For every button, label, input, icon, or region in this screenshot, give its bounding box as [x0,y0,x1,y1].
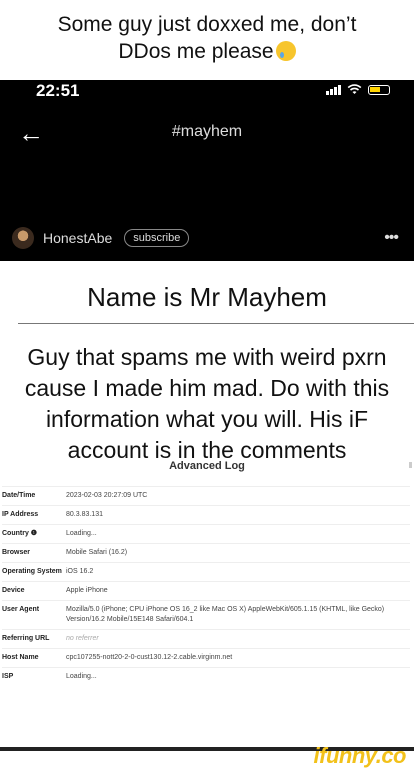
app-screenshot-header: 22:51 ← #mayhem HonestAbe subscribe ••• [0,80,414,261]
caption-line-2-text: DDos me please [118,40,274,63]
row-key: Browser [2,549,31,556]
table-row: User Agent Mozilla/5.0 (iPhone; CPU iPhon… [2,600,410,629]
row-key: Date/Time [2,492,36,499]
row-value: Loading... [66,530,97,537]
table-row: Operating System iOS 16.2 [2,562,410,581]
log-table: Date/Time 2023-02-03 20:27:09 UTC IP Addr… [2,486,410,686]
row-value: Loading... [66,673,97,680]
author-row: HonestAbe subscribe ••• [12,226,399,250]
signal-icon [326,84,341,95]
post-title: Name is Mr Mayhem [87,282,327,312]
post-body: Guy that spams me with weird pxrn cause … [24,344,390,463]
advanced-log-panel: Advanced Log Date/Time 2023-02-03 20:27:0… [0,452,414,733]
row-value: Mobile Safari (16.2) [66,549,128,556]
row-key: Device [2,587,25,594]
page-title: #mayhem [171,123,243,140]
table-row: Device Apple iPhone [2,581,410,600]
avatar[interactable] [12,227,34,249]
table-row: Date/Time 2023-02-03 20:27:09 UTC [2,486,410,505]
divider [18,323,414,324]
table-row: ISP Loading... [2,667,410,686]
caption-line-2: DDos me please [0,38,414,65]
more-options-icon[interactable]: ••• [384,229,399,247]
scroll-indicator [409,462,412,468]
row-value: cpc107255-nott20-2-0-cust130.12-2.cable.… [66,654,233,661]
battery-icon [368,84,390,95]
wifi-icon [347,84,362,94]
subscribe-button[interactable]: subscribe [124,229,190,247]
table-row: Referring URL no referrer [2,629,410,648]
row-key: User Agent [2,606,40,613]
crying-face-icon [275,41,296,61]
row-key: Country ❶ [2,530,38,537]
row-value: no referrer [66,635,99,642]
row-value: iOS 16.2 [66,568,94,575]
row-key: IP Address [2,511,39,518]
status-icons [326,84,390,95]
row-key: Referring URL [2,635,50,642]
author-name[interactable]: HonestAbe [43,230,112,246]
table-row: Browser Mobile Safari (16.2) [2,543,410,562]
row-key: ISP [2,673,14,680]
caption-line-1: Some guy just doxxed me, don’t [57,13,357,36]
row-value: 2023-02-03 20:27:09 UTC [66,492,148,499]
log-title: Advanced Log [169,460,245,472]
table-row: Host Name cpc107255-nott20-2-0-cust130.12… [2,648,410,667]
ifunny-watermark: ifunny.co [313,743,407,768]
meme-caption: Some guy just doxxed me, don’t DDos me p… [0,0,414,80]
row-value: 80.3.83.131 [66,511,103,518]
row-value: Apple iPhone [66,587,108,594]
row-value: Mozilla/5.0 (iPhone; CPU iPhone OS 16_2 … [66,606,385,623]
table-row: IP Address 80.3.83.131 [2,505,410,524]
table-row: Country ❶ Loading... [2,524,410,543]
status-time: 22:51 [36,81,80,100]
row-key: Operating System [2,568,62,575]
row-key: Host Name [2,654,39,661]
